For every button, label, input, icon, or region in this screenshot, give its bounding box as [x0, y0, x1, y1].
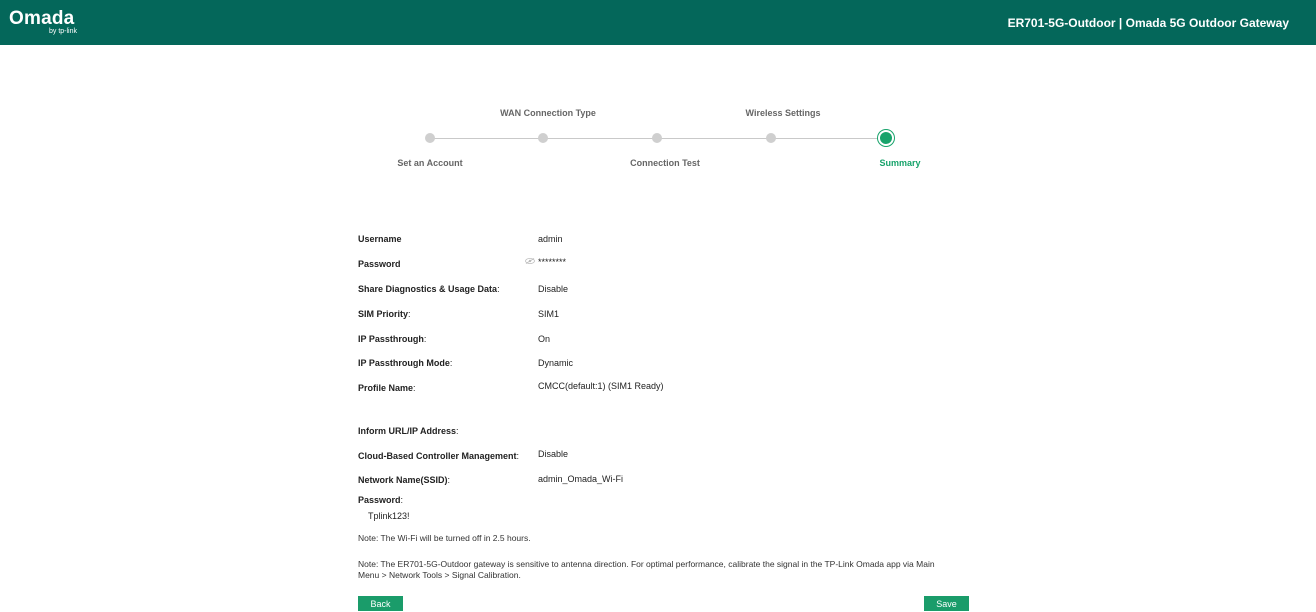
ip-passthrough-mode-value: Dynamic — [538, 358, 574, 368]
antenna-note-line1: Note: The ER701-5G-Outdoor gateway is se… — [358, 559, 935, 569]
ip-passthrough-value: On — [538, 334, 551, 344]
ssid-value: admin_Omada_Wi-Fi — [538, 474, 624, 484]
step-label-set-account: Set an Account — [397, 158, 463, 168]
step-dot-summary — [880, 132, 892, 144]
profile-name-value: CMCC(default:1) (SIM1 Ready) — [538, 381, 664, 391]
password-label: Password — [358, 259, 401, 269]
step-dot-set-account — [425, 133, 435, 143]
ip-passthrough-mode-label: IP Passthrough Mode: — [358, 358, 453, 368]
step-dot-wireless-settings — [766, 133, 776, 143]
wifi-password-label: Password: — [358, 495, 404, 505]
wifi-off-note: Note: The Wi-Fi will be turned off in 2.… — [358, 533, 531, 543]
username-value: admin — [538, 234, 563, 244]
cloud-management-label: Cloud-Based Controller Management: — [358, 451, 520, 461]
step-label-wan-connection-type: WAN Connection Type — [500, 108, 596, 118]
cloud-management-value: Disable — [538, 449, 569, 459]
password-value: ******** — [538, 257, 567, 267]
share-diagnostics-value: Disable — [538, 284, 569, 294]
wifi-password-value: Tplink123! — [368, 511, 410, 521]
sim-priority-label: SIM Priority: — [358, 309, 411, 319]
ip-passthrough-label: IP Passthrough: — [358, 334, 427, 344]
sim-priority-value: SIM1 — [538, 309, 560, 319]
step-label-wireless-settings: Wireless Settings — [745, 108, 821, 118]
share-diagnostics-label: Share Diagnostics & Usage Data: — [358, 284, 500, 294]
antenna-note-line2: Menu > Network Tools > Signal Calibratio… — [358, 570, 521, 580]
step-label-summary: Summary — [879, 158, 921, 168]
save-button[interactable]: Save — [924, 596, 969, 611]
ssid-label: Network Name(SSID): — [358, 475, 451, 485]
username-label: Username — [358, 234, 402, 244]
inform-url-label: Inform URL/IP Address: — [358, 426, 459, 436]
back-button[interactable]: Back — [358, 596, 403, 611]
setup-wizard-stepper: Set an Account WAN Connection Type Conne… — [0, 0, 1316, 180]
step-label-connection-test: Connection Test — [630, 158, 700, 168]
profile-name-label: Profile Name: — [358, 383, 416, 393]
step-dot-wan-connection-type — [538, 133, 548, 143]
step-dot-connection-test — [652, 133, 662, 143]
show-password-eye-icon[interactable] — [525, 258, 535, 264]
